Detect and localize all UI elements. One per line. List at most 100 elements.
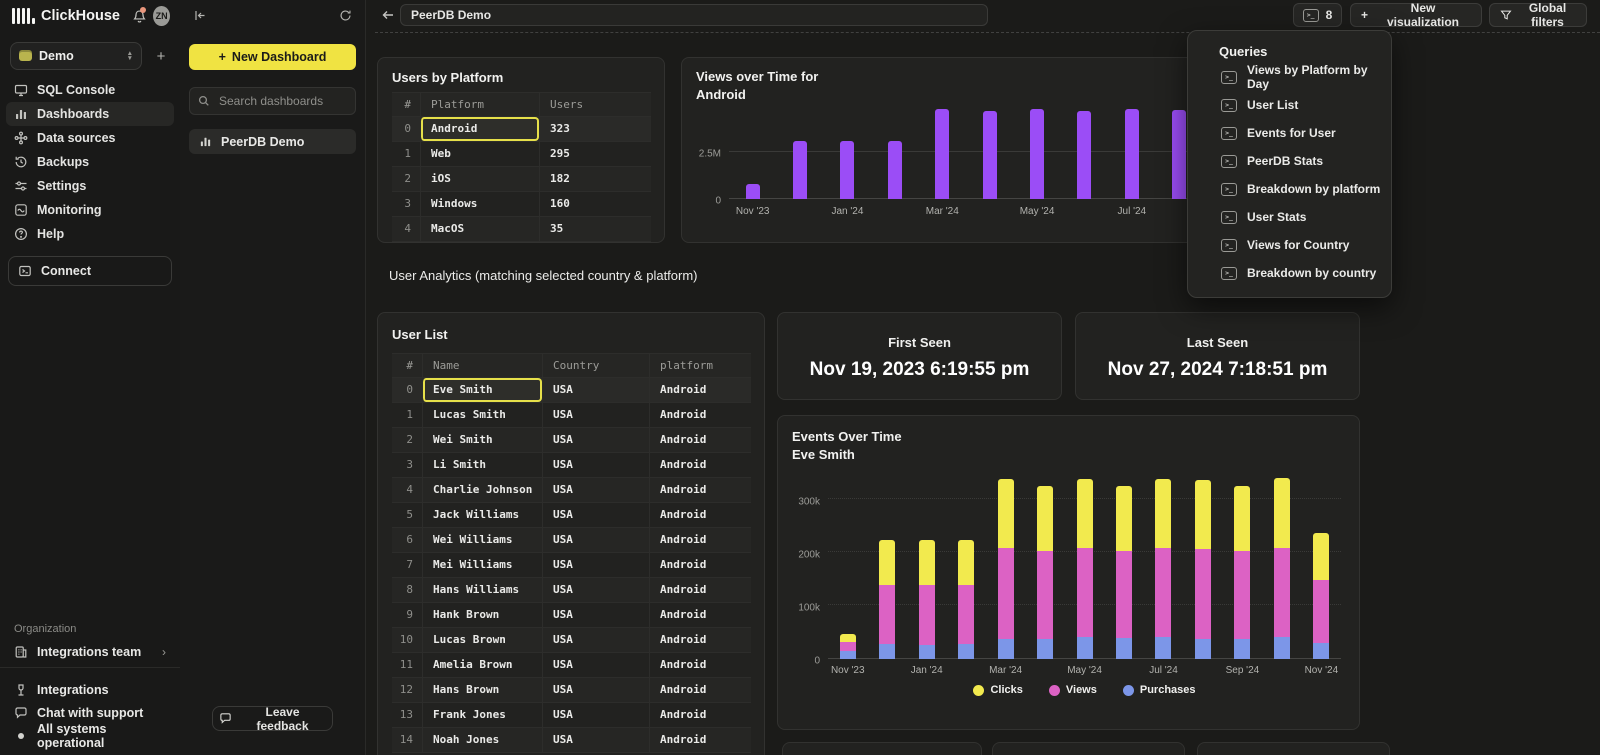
table-cell[interactable]: iOS — [420, 167, 539, 191]
new-visualization-button[interactable]: + New visualization — [1350, 3, 1482, 27]
table-cell[interactable]: Android — [649, 478, 751, 502]
query-menu-item[interactable]: >_Views by Platform by Day — [1188, 63, 1391, 91]
leave-feedback-button[interactable]: Leave feedback — [212, 706, 333, 731]
dashboard-list-item[interactable]: PeerDB Demo — [189, 129, 356, 154]
avatar[interactable]: ZN — [153, 6, 170, 26]
plus-icon: + — [219, 50, 226, 64]
table-row: 0Eve SmithUSAAndroid — [392, 378, 751, 403]
global-filters-button[interactable]: Global filters — [1489, 3, 1587, 27]
global-filters-label: Global filters — [1519, 1, 1576, 29]
table-cell[interactable]: USA — [542, 478, 649, 502]
sidebar-item-integrations[interactable]: Integrations — [14, 678, 166, 701]
sidebar-item-settings[interactable]: Settings — [6, 174, 174, 198]
table-cell[interactable]: Android — [649, 628, 751, 652]
table-cell[interactable]: Wei Smith — [422, 428, 542, 452]
collapse-panel-icon[interactable] — [192, 7, 208, 23]
search-dashboards-input[interactable] — [217, 93, 376, 109]
refresh-icon[interactable] — [337, 7, 353, 23]
table-cell[interactable]: Android — [649, 578, 751, 602]
table-cell[interactable]: Web — [420, 142, 539, 166]
table-cell[interactable]: USA — [542, 378, 649, 402]
table-cell[interactable]: 295 — [539, 142, 651, 166]
table-cell[interactable]: Noah Jones — [422, 728, 542, 752]
table-cell[interactable]: USA — [542, 578, 649, 602]
query-menu-item[interactable]: >_Breakdown by platform — [1188, 175, 1391, 203]
table-cell[interactable]: Amelia Brown — [422, 653, 542, 677]
legend-item-clicks[interactable]: Clicks — [973, 684, 1022, 696]
table-cell[interactable]: USA — [542, 678, 649, 702]
table-cell[interactable]: USA — [542, 503, 649, 527]
table-cell[interactable]: Frank Jones — [422, 703, 542, 727]
table-cell[interactable]: Li Smith — [422, 453, 542, 477]
notifications-bell-icon[interactable] — [132, 7, 147, 25]
sidebar-item-system-status[interactable]: All systems operational — [14, 724, 166, 747]
table-cell[interactable]: Android — [649, 378, 751, 402]
queries-count-button[interactable]: >_ 8 — [1293, 3, 1342, 27]
table-cell[interactable]: Hank Brown — [422, 603, 542, 627]
legend-item-views[interactable]: Views — [1049, 684, 1097, 696]
table-cell[interactable]: 182 — [539, 167, 651, 191]
table-cell[interactable]: Android — [649, 503, 751, 527]
query-menu-item[interactable]: >_Events for User — [1188, 119, 1391, 147]
table-cell[interactable]: Mei Williams — [422, 553, 542, 577]
connect-button[interactable]: Connect — [8, 256, 172, 286]
table-cell[interactable]: Android — [649, 678, 751, 702]
dashboard-title-input[interactable] — [400, 4, 988, 26]
table-cell[interactable]: Android — [649, 428, 751, 452]
sidebar-item-sql-console[interactable]: SQL Console — [6, 78, 174, 102]
table-cell[interactable]: USA — [542, 403, 649, 427]
table-cell[interactable]: Jack Williams — [422, 503, 542, 527]
table-cell[interactable]: USA — [542, 428, 649, 452]
sidebar-item-dashboards[interactable]: Dashboards — [6, 102, 174, 126]
table-cell[interactable]: USA — [542, 453, 649, 477]
table-cell[interactable]: USA — [542, 528, 649, 552]
sidebar-item-integrations-team[interactable]: Integrations team › — [14, 645, 166, 659]
table-cell[interactable]: USA — [542, 728, 649, 752]
table-cell[interactable]: Android — [649, 553, 751, 577]
new-dashboard-button[interactable]: + New Dashboard — [189, 44, 356, 70]
query-menu-item[interactable]: >_User List — [1188, 91, 1391, 119]
table-cell[interactable]: Hans Brown — [422, 678, 542, 702]
table-cell[interactable]: MacOS — [420, 217, 539, 241]
query-menu-item[interactable]: >_Views for Country — [1188, 231, 1391, 259]
workspace-selector[interactable]: Demo ▲▼ — [10, 42, 142, 70]
table-cell[interactable]: Android — [649, 653, 751, 677]
table-cell[interactable]: 160 — [539, 192, 651, 216]
query-menu-item[interactable]: >_User Stats — [1188, 203, 1391, 231]
table-cell[interactable]: USA — [542, 603, 649, 627]
table-cell[interactable]: Wei Williams — [422, 528, 542, 552]
x-axis-tick-label — [1061, 206, 1108, 217]
table-cell[interactable]: 35 — [539, 217, 651, 241]
sidebar-item-data-sources[interactable]: Data sources — [6, 126, 174, 150]
query-menu-item[interactable]: >_PeerDB Stats — [1188, 147, 1391, 175]
sidebar-item-help[interactable]: Help — [6, 222, 174, 246]
table-cell[interactable]: Android — [649, 453, 751, 477]
table-cell[interactable]: Windows — [420, 192, 539, 216]
table-cell[interactable]: Lucas Brown — [422, 628, 542, 652]
add-service-button[interactable]: + — [152, 48, 170, 65]
settings-icon — [14, 179, 28, 193]
table-cell[interactable]: Android — [649, 703, 751, 727]
query-menu-item[interactable]: >_Breakdown by country — [1188, 259, 1391, 287]
table-cell[interactable]: USA — [542, 703, 649, 727]
table-cell[interactable]: Android — [649, 528, 751, 552]
table-cell[interactable]: Android — [649, 728, 751, 752]
table-cell[interactable]: 323 — [539, 117, 651, 141]
search-icon — [198, 95, 210, 107]
table-cell[interactable]: Lucas Smith — [422, 403, 542, 427]
legend-item-purchases[interactable]: Purchases — [1123, 684, 1196, 696]
table-cell[interactable]: Eve Smith — [422, 378, 542, 402]
table-cell[interactable]: USA — [542, 553, 649, 577]
sidebar-item-backups[interactable]: Backups — [6, 150, 174, 174]
table-cell[interactable]: USA — [542, 628, 649, 652]
table-cell[interactable]: Hans Williams — [422, 578, 542, 602]
sidebar-item-monitoring[interactable]: Monitoring — [6, 198, 174, 222]
table-row: 10Lucas BrownUSAAndroid — [392, 628, 751, 653]
table-cell[interactable]: Android — [420, 117, 539, 141]
back-arrow-icon[interactable] — [379, 6, 397, 24]
table-cell[interactable]: Android — [649, 603, 751, 627]
table-cell[interactable]: USA — [542, 653, 649, 677]
bar-segment-clicks — [998, 479, 1014, 548]
table-cell[interactable]: Charlie Johnson — [422, 478, 542, 502]
table-cell[interactable]: Android — [649, 403, 751, 427]
